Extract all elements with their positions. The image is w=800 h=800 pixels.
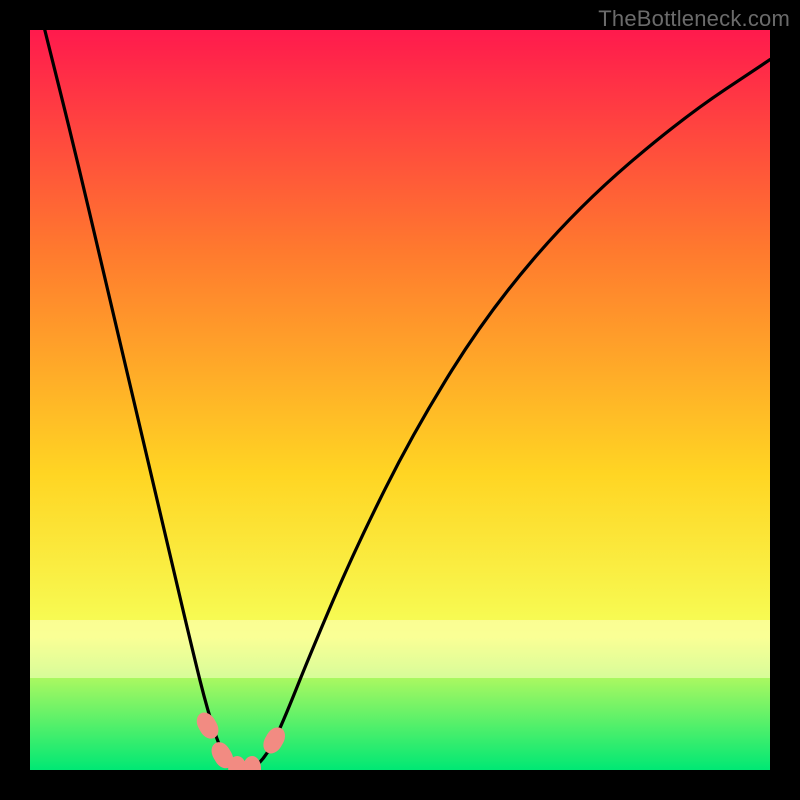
- watermark-text: TheBottleneck.com: [598, 6, 790, 32]
- pale-band: [30, 620, 770, 678]
- bottleneck-chart: [30, 30, 770, 770]
- chart-frame: [30, 30, 770, 770]
